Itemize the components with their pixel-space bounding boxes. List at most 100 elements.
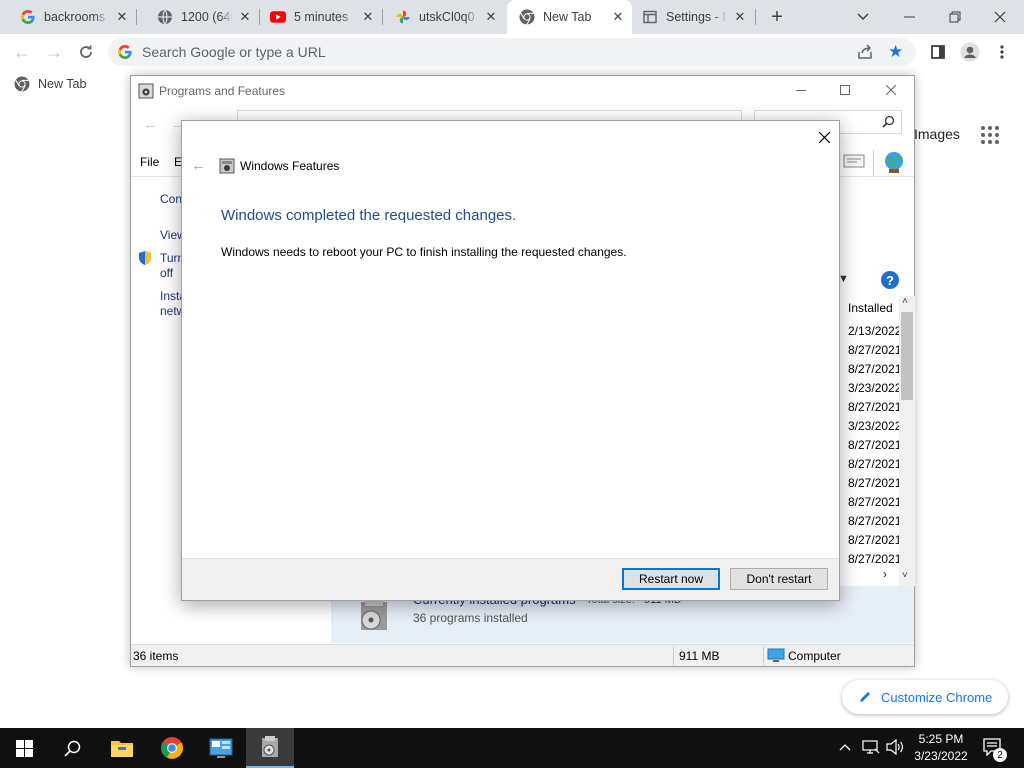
installed-on-cell[interactable]: 8/27/2021 <box>848 531 899 550</box>
globe-icon <box>157 9 173 25</box>
close-tab-icon[interactable]: ✕ <box>483 9 499 25</box>
uac-shield-icon <box>137 250 153 269</box>
installed-on-column: 2/13/2022 8/27/2021 8/27/2021 3/23/2022 8/27… <box>848 322 899 569</box>
minimize-icon[interactable] <box>791 80 811 100</box>
scroll-up-icon[interactable]: ˄ <box>902 296 908 307</box>
google-g-icon <box>20 9 36 25</box>
back-arrow-icon[interactable]: ← <box>143 116 158 133</box>
details-count: 36 programs installed <box>413 611 528 625</box>
restore-icon[interactable] <box>943 5 967 29</box>
side-panel-icon[interactable] <box>926 40 950 64</box>
divider <box>673 647 674 665</box>
control-panel-icon <box>138 83 154 102</box>
vertical-scrollbar[interactable]: ˄ ˅ <box>899 296 915 586</box>
close-icon[interactable] <box>881 80 901 100</box>
chrome-icon[interactable] <box>148 728 196 768</box>
reload-icon[interactable] <box>74 40 98 64</box>
share-icon[interactable] <box>856 43 874 64</box>
installed-on-cell[interactable]: 8/27/2021 <box>848 493 899 512</box>
close-tab-icon[interactable]: ✕ <box>610 9 626 25</box>
close-tab-icon[interactable]: ✕ <box>360 9 376 25</box>
programs-box-icon <box>355 598 393 637</box>
omnibox[interactable]: Search Google or type a URL ★ <box>108 38 916 66</box>
scroll-down-icon[interactable]: ˅ <box>902 570 908 581</box>
maximize-icon[interactable] <box>835 80 855 100</box>
close-tab-icon[interactable]: ✕ <box>732 9 748 25</box>
profile-avatar-icon[interactable] <box>958 40 982 64</box>
tab-search-chevron-icon[interactable] <box>851 5 875 29</box>
pinwheel-icon <box>395 9 411 25</box>
help-icon[interactable]: ? <box>881 271 899 289</box>
scroll-right-icon[interactable]: › <box>883 567 887 581</box>
clock-date[interactable]: 3/23/2022 <box>908 749 974 763</box>
installed-on-cell[interactable]: 3/23/2022 <box>848 379 899 398</box>
network-icon[interactable] <box>862 739 880 758</box>
clock-time[interactable]: 5:25 PM <box>908 732 974 746</box>
installed-on-cell[interactable]: 8/27/2021 <box>848 341 899 360</box>
globe-shield-icon[interactable] <box>882 150 906 177</box>
close-tab-icon[interactable]: ✕ <box>114 9 130 25</box>
more-vert-icon[interactable] <box>990 40 1014 64</box>
bookmark-new-tab[interactable]: New Tab <box>14 76 86 92</box>
status-bar: 36 items 911 MB Computer <box>131 644 914 666</box>
installed-on-cell[interactable]: 8/27/2021 <box>848 398 899 417</box>
tab-photos[interactable]: utskCl0q0 ✕ <box>383 0 505 34</box>
file-explorer-icon[interactable] <box>98 728 146 768</box>
computer-icon <box>767 648 785 666</box>
tray-chevron-icon[interactable] <box>839 740 851 754</box>
bookmark-star-icon[interactable]: ★ <box>888 42 903 62</box>
volume-icon[interactable] <box>886 738 904 758</box>
customize-label: Customize Chrome <box>881 689 993 705</box>
back-arrow-icon[interactable]: ← <box>10 40 34 64</box>
installed-on-cell[interactable]: 8/27/2021 <box>848 550 899 569</box>
tab-backrooms[interactable]: backrooms ✕ <box>0 0 136 34</box>
installed-on-cell[interactable]: 3/23/2022 <box>848 417 899 436</box>
search-icon[interactable] <box>48 728 96 768</box>
dialog-title: Windows Features <box>240 159 340 173</box>
tab-title: New Tab <box>543 10 592 24</box>
restart-now-button[interactable]: Restart now <box>622 568 720 590</box>
tab-title: utskCl0q0 <box>419 10 475 24</box>
divider <box>763 647 764 665</box>
forward-arrow-icon[interactable]: → <box>42 40 66 64</box>
windows-start-icon[interactable] <box>0 728 48 768</box>
images-link[interactable]: Images <box>914 126 960 142</box>
new-tab-plus-icon[interactable]: + <box>765 5 789 29</box>
tab-new-tab[interactable]: New Tab ✕ <box>507 0 632 34</box>
tab-image-1200[interactable]: 1200 (640× ✕ <box>137 0 259 34</box>
windows-features-icon <box>219 158 235 177</box>
sidebar-link-turn-features-line2[interactable]: off <box>160 266 173 280</box>
tab-title: Settings - I <box>666 10 726 24</box>
installed-on-cell[interactable]: 2/13/2022 <box>848 322 899 341</box>
dialog-heading: Windows completed the requested changes. <box>221 207 517 224</box>
column-header-installed-on[interactable]: Installed <box>848 301 900 315</box>
sidebar-link-control-panel[interactable]: Con <box>160 192 182 206</box>
tab-youtube[interactable]: 5 minutes ✕ <box>260 0 382 34</box>
view-pane-icon[interactable] <box>843 153 865 172</box>
menu-file[interactable]: File <box>140 155 159 169</box>
minimize-icon[interactable] <box>898 5 922 29</box>
tab-settings[interactable]: Settings - I ✕ <box>632 0 754 34</box>
back-arrow-icon[interactable]: ← <box>191 157 206 174</box>
tab-separator <box>755 9 756 25</box>
tab-strip: backrooms ✕ 1200 (640× ✕ 5 minutes ✕ uts… <box>0 0 1024 34</box>
close-tab-icon[interactable]: ✕ <box>237 9 253 25</box>
dont-restart-button[interactable]: Don't restart <box>730 568 828 590</box>
installed-on-cell[interactable]: 8/27/2021 <box>848 512 899 531</box>
close-icon[interactable] <box>814 127 834 147</box>
installed-on-cell[interactable]: 8/27/2021 <box>848 474 899 493</box>
installed-on-cell[interactable]: 8/27/2021 <box>848 436 899 455</box>
installed-on-cell[interactable]: 8/27/2021 <box>848 360 899 379</box>
dialog-message: Windows needs to reboot your PC to finis… <box>221 245 627 259</box>
installed-on-cell[interactable]: 8/27/2021 <box>848 455 899 474</box>
apps-grid-icon[interactable] <box>980 125 1000 148</box>
scrollbar-thumb[interactable] <box>901 312 913 400</box>
tab-title: backrooms <box>44 10 106 24</box>
programs-features-taskbar-icon[interactable] <box>246 728 294 768</box>
pencil-icon <box>858 690 872 704</box>
tab-title: 5 minutes <box>294 10 349 24</box>
close-window-icon[interactable] <box>988 5 1012 29</box>
customize-chrome-button[interactable]: Customize Chrome <box>842 680 1008 714</box>
tab-title: 1200 (640× <box>181 10 233 24</box>
control-panel-icon[interactable] <box>197 728 245 768</box>
